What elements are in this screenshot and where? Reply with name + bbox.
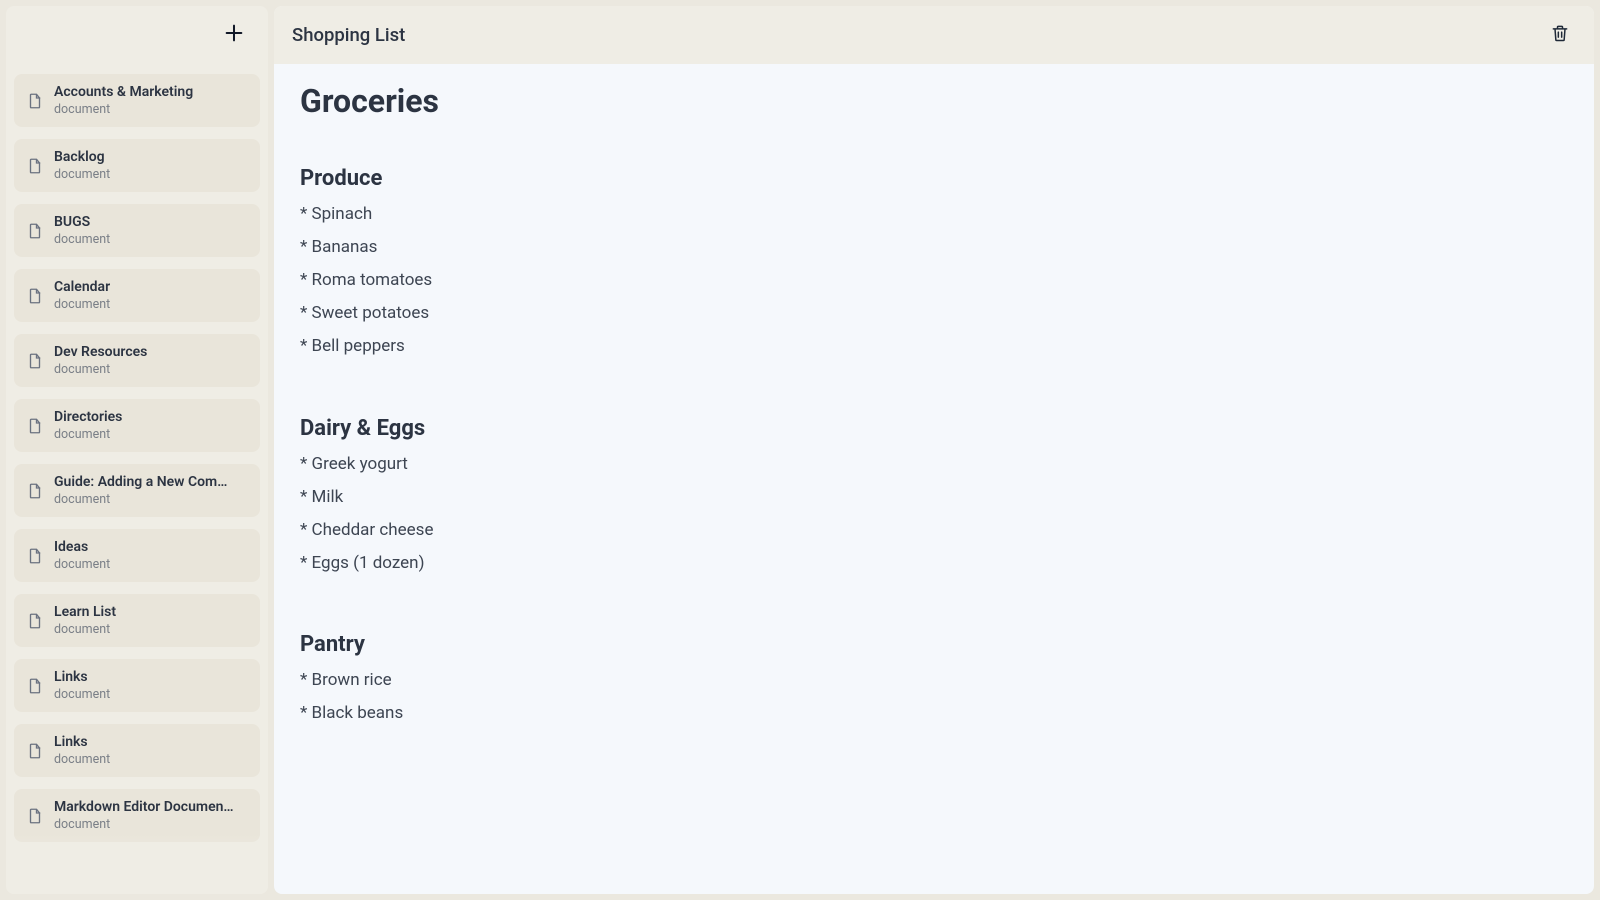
content-section: Pantry * Brown rice * Black beans [300, 632, 1568, 725]
list-item: * Bananas [300, 236, 1568, 259]
section-heading: Pantry [300, 632, 1568, 657]
sidebar-item-type: document [54, 557, 110, 572]
file-icon [26, 742, 44, 760]
list-item: * Sweet potatoes [300, 302, 1568, 325]
list-item: * Cheddar cheese [300, 519, 1568, 542]
sidebar-item-title: Learn List [54, 604, 116, 620]
sidebar-item-title: Ideas [54, 539, 110, 555]
content-h1: Groceries [300, 82, 1568, 120]
sidebar-item-title: Links [54, 734, 110, 750]
sidebar-item[interactable]: Accounts & Marketing document [14, 74, 260, 127]
sidebar-item[interactable]: Backlog document [14, 139, 260, 192]
sidebar-item[interactable]: Links document [14, 724, 260, 777]
section-heading: Dairy & Eggs [300, 416, 1568, 441]
sidebar-item[interactable]: BUGS document [14, 204, 260, 257]
sidebar-item[interactable]: Ideas document [14, 529, 260, 582]
document-list[interactable]: Accounts & Marketing document Backlog docum… [6, 64, 268, 894]
document-title: Shopping List [292, 24, 405, 46]
file-icon [26, 417, 44, 435]
sidebar-item-type: document [54, 232, 110, 247]
main-header: Shopping List [274, 6, 1594, 64]
sidebar-item-title: Dev Resources [54, 344, 147, 360]
plus-icon [223, 22, 245, 48]
file-icon [26, 547, 44, 565]
sidebar-item-title: Backlog [54, 149, 110, 165]
sidebar-item-type: document [54, 102, 193, 117]
list-item: * Bell peppers [300, 335, 1568, 358]
app-root: Accounts & Marketing document Backlog docum… [0, 0, 1600, 900]
trash-icon [1550, 23, 1570, 47]
sidebar-item-type: document [54, 427, 122, 442]
sidebar-item-type: document [54, 297, 110, 312]
file-icon [26, 222, 44, 240]
sidebar-item-title: Guide: Adding a New Com… [54, 474, 227, 490]
sidebar-item[interactable]: Links document [14, 659, 260, 712]
delete-button[interactable] [1546, 21, 1574, 49]
list-item: * Brown rice [300, 669, 1568, 692]
sidebar-item-type: document [54, 817, 234, 832]
sidebar-item-title: Directories [54, 409, 122, 425]
sidebar-item[interactable]: Calendar document [14, 269, 260, 322]
sidebar-item-title: Calendar [54, 279, 110, 295]
file-icon [26, 92, 44, 110]
sidebar-item-title: Links [54, 669, 110, 685]
content-section: Dairy & Eggs * Greek yogurt * Milk * Chedda… [300, 416, 1568, 575]
content-section: Produce * Spinach * Bananas * Roma tomatoes… [300, 166, 1568, 358]
file-icon [26, 352, 44, 370]
list-item: * Greek yogurt [300, 453, 1568, 476]
list-item: * Milk [300, 486, 1568, 509]
sidebar-item[interactable]: Guide: Adding a New Com… document [14, 464, 260, 517]
file-icon [26, 157, 44, 175]
sidebar-item-type: document [54, 492, 227, 507]
sidebar: Accounts & Marketing document Backlog docum… [6, 6, 268, 894]
sidebar-item-type: document [54, 167, 110, 182]
file-icon [26, 677, 44, 695]
file-icon [26, 287, 44, 305]
file-icon [26, 482, 44, 500]
sidebar-item-type: document [54, 622, 116, 637]
file-icon [26, 807, 44, 825]
new-document-button[interactable] [218, 19, 250, 51]
list-item: * Black beans [300, 702, 1568, 725]
sidebar-item-type: document [54, 687, 110, 702]
list-item: * Eggs (1 dozen) [300, 552, 1568, 575]
sidebar-item[interactable]: Markdown Editor Documen… document [14, 789, 260, 842]
sidebar-item[interactable]: Learn List document [14, 594, 260, 647]
sidebar-header [6, 6, 268, 64]
section-heading: Produce [300, 166, 1568, 191]
sidebar-item-type: document [54, 362, 147, 377]
sidebar-item-title: Accounts & Marketing [54, 84, 193, 100]
sidebar-item-title: BUGS [54, 214, 110, 230]
list-item: * Spinach [300, 203, 1568, 226]
document-content[interactable]: Groceries Produce * Spinach * Bananas * Rom… [274, 64, 1594, 894]
sidebar-item-type: document [54, 752, 110, 767]
main-panel: Shopping List Groceries Produce * Spinach… [274, 6, 1594, 894]
sidebar-item-title: Markdown Editor Documen… [54, 799, 234, 815]
file-icon [26, 612, 44, 630]
list-item: * Roma tomatoes [300, 269, 1568, 292]
sidebar-item[interactable]: Directories document [14, 399, 260, 452]
sidebar-item[interactable]: Dev Resources document [14, 334, 260, 387]
